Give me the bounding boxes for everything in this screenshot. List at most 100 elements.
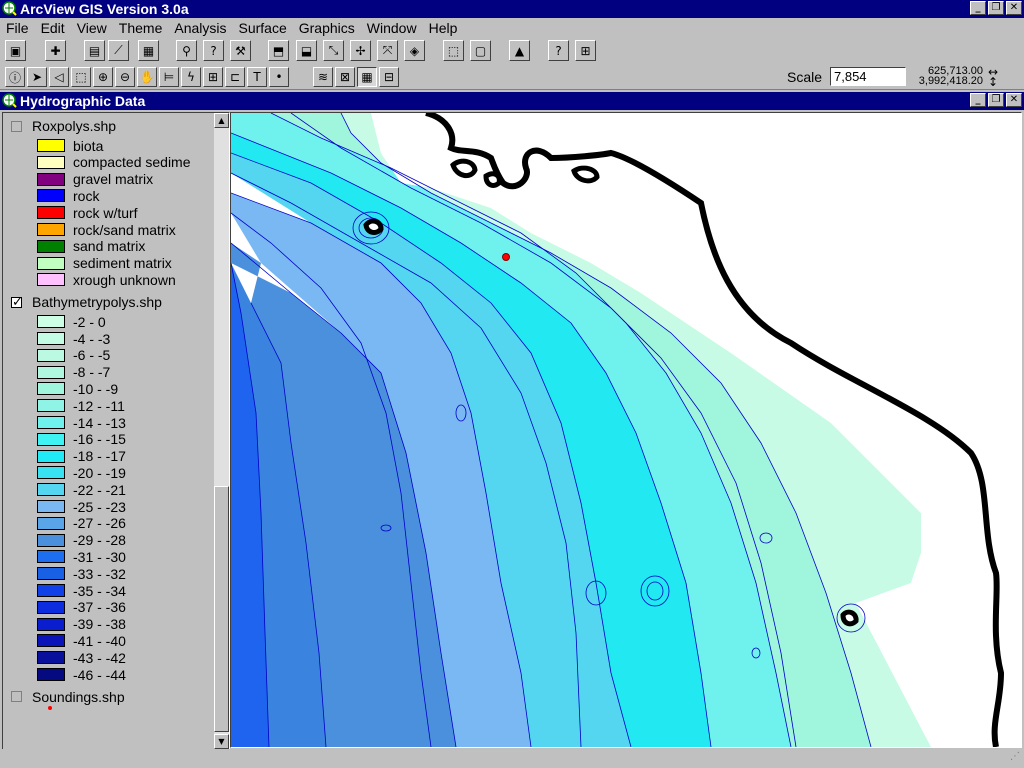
- area-select-icon[interactable]: ⊏: [225, 67, 245, 87]
- legend-item[interactable]: -25 - -23: [37, 498, 126, 515]
- legend-item[interactable]: -35 - -34: [37, 582, 126, 599]
- legend-item[interactable]: -22 - -21: [37, 481, 126, 498]
- zoom-previous-icon[interactable]: ◈: [404, 40, 425, 61]
- legend-item[interactable]: sand matrix: [37, 238, 145, 255]
- legend-swatch[interactable]: [37, 466, 65, 480]
- area-of-interest-icon[interactable]: ⊞: [203, 67, 223, 87]
- theme-visibility-checkbox[interactable]: [11, 120, 22, 132]
- theme-name[interactable]: Roxpolys.shp: [32, 118, 116, 134]
- legend-swatch[interactable]: [37, 315, 65, 329]
- legend-swatch[interactable]: [37, 416, 65, 429]
- legend-swatch[interactable]: [37, 155, 65, 169]
- legend-item[interactable]: -43 - -42: [37, 649, 126, 666]
- pointer-icon[interactable]: ➤: [27, 67, 47, 87]
- pan-icon[interactable]: ✋: [137, 67, 157, 87]
- theme-properties-icon[interactable]: ▤: [84, 40, 105, 61]
- scale-input[interactable]: 7,854: [830, 67, 906, 86]
- legend-item[interactable]: rock w/turf: [37, 204, 138, 221]
- sounding-point[interactable]: [502, 253, 510, 261]
- legend-item[interactable]: -8 - -7: [37, 364, 110, 381]
- query-builder-icon[interactable]: ?: [203, 40, 224, 61]
- theme-name[interactable]: Bathymetrypolys.shp: [32, 294, 162, 310]
- scroll-down-icon[interactable]: ▼: [214, 734, 229, 749]
- theme-name[interactable]: Soundings.shp: [32, 689, 125, 705]
- legend-swatch[interactable]: [37, 668, 65, 681]
- grid-tool-icon[interactable]: ⊠: [335, 67, 355, 87]
- open-table-icon[interactable]: ▦: [138, 40, 159, 61]
- view-close-icon[interactable]: ✕: [1006, 93, 1022, 107]
- select-feature-icon[interactable]: ⬚: [71, 67, 91, 87]
- zoom-full-icon[interactable]: ⬒: [268, 40, 289, 61]
- legend-swatch[interactable]: [37, 617, 65, 631]
- legend-swatch[interactable]: [37, 550, 65, 564]
- legend-item[interactable]: -29 - -28: [37, 532, 126, 549]
- legend-item[interactable]: -33 - -32: [37, 565, 126, 582]
- draw-point-icon[interactable]: •: [269, 67, 289, 87]
- resize-grip-icon[interactable]: ⋰: [1010, 751, 1020, 762]
- legend-item[interactable]: -10 - -9: [37, 380, 118, 397]
- theme-visibility-checkbox[interactable]: [11, 691, 22, 703]
- legend-swatch[interactable]: [37, 533, 65, 547]
- menu-help[interactable]: Help: [423, 20, 464, 36]
- minimize-icon[interactable]: _: [970, 1, 986, 15]
- legend-item[interactable]: -41 - -40: [37, 632, 126, 649]
- text-tool-icon[interactable]: T: [247, 67, 267, 87]
- legend-swatch[interactable]: [37, 382, 65, 396]
- query-tool-icon[interactable]: ▦: [357, 67, 377, 87]
- help-icon[interactable]: ?: [548, 40, 569, 61]
- legend-item[interactable]: -2 - 0: [37, 313, 106, 330]
- hotlink-tool-icon[interactable]: ϟ: [181, 67, 201, 87]
- zoom-out-fixed-icon[interactable]: ⤧: [377, 40, 398, 61]
- legend-swatch[interactable]: [37, 172, 65, 186]
- legend-swatch[interactable]: [37, 239, 65, 253]
- hotlink-icon[interactable]: ⊞: [575, 40, 596, 61]
- menu-window[interactable]: Window: [361, 20, 423, 36]
- legend-item[interactable]: -31 - -30: [37, 548, 126, 565]
- menu-view[interactable]: View: [71, 20, 113, 36]
- close-icon[interactable]: ✕: [1006, 1, 1022, 15]
- legend-swatch[interactable]: [37, 399, 65, 413]
- legend-item[interactable]: -37 - -36: [37, 599, 126, 616]
- theme-header[interactable]: ✓ Bathymetrypolys.shp: [11, 294, 162, 310]
- legend-swatch[interactable]: [37, 500, 65, 513]
- vertex-edit-icon[interactable]: ◁: [49, 67, 69, 87]
- legend-item[interactable]: -16 - -15: [37, 431, 126, 448]
- save-icon[interactable]: ▣: [5, 40, 26, 61]
- legend-swatch[interactable]: [37, 634, 65, 648]
- theme-visibility-checkbox[interactable]: ✓: [11, 296, 23, 309]
- menu-graphics[interactable]: Graphics: [293, 20, 361, 36]
- legend-swatch[interactable]: [37, 651, 65, 665]
- measure-icon[interactable]: ⊨: [159, 67, 179, 87]
- bathymetry-map[interactable]: [231, 113, 1021, 747]
- edit-legend-icon[interactable]: ⟋: [108, 40, 129, 61]
- legend-swatch[interactable]: [37, 584, 65, 597]
- legend-swatch[interactable]: [37, 223, 65, 236]
- contour-tool-icon[interactable]: ≋: [313, 67, 333, 87]
- legend-item[interactable]: -12 - -11: [37, 397, 125, 414]
- legend-item[interactable]: -6 - -5: [37, 347, 110, 364]
- legend-swatch[interactable]: [37, 189, 65, 203]
- legend-item[interactable]: gravel matrix: [37, 171, 153, 188]
- clear-selected-icon[interactable]: ▢: [470, 40, 491, 61]
- view-minimize-icon[interactable]: _: [970, 93, 986, 107]
- legend-swatch[interactable]: [37, 273, 65, 287]
- legend-swatch[interactable]: [37, 256, 65, 270]
- legend-swatch[interactable]: [37, 348, 65, 362]
- legend-item[interactable]: biota: [37, 137, 103, 154]
- legend-item[interactable]: -14 - -13: [37, 414, 126, 431]
- legend-item[interactable]: -20 - -19: [37, 464, 126, 481]
- table-tool-icon[interactable]: ⊟: [379, 67, 399, 87]
- zoom-in-icon[interactable]: ⊕: [93, 67, 113, 87]
- legend-item[interactable]: rock: [37, 187, 99, 204]
- legend-item[interactable]: -18 - -17: [37, 448, 126, 465]
- menu-surface[interactable]: Surface: [233, 20, 293, 36]
- legend-swatch[interactable]: [37, 432, 65, 446]
- locate-address-icon[interactable]: ⚒: [230, 40, 251, 61]
- map-display[interactable]: [230, 112, 1022, 748]
- menu-theme[interactable]: Theme: [113, 20, 169, 36]
- identify-icon[interactable]: ⓘ: [5, 67, 25, 87]
- scroll-thumb[interactable]: [214, 486, 229, 732]
- view-restore-icon[interactable]: ❐: [988, 93, 1004, 107]
- add-theme-icon[interactable]: ✚: [45, 40, 66, 61]
- toc-scrollbar[interactable]: ▲ ▼: [214, 113, 229, 749]
